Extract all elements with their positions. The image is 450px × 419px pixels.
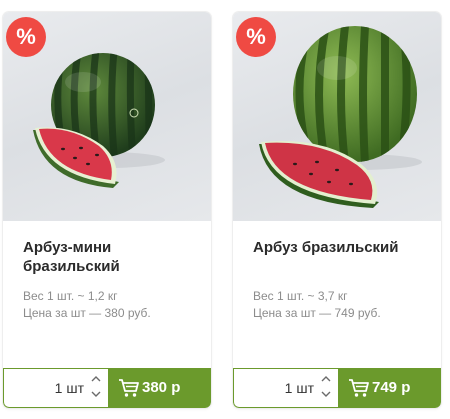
chevron-up-icon[interactable]	[88, 373, 104, 387]
product-weight: Вес 1 шт. ~ 3,7 кг	[253, 289, 348, 303]
buy-row: 1 шт 380 р	[3, 368, 211, 408]
chevron-down-icon[interactable]	[318, 389, 334, 403]
quantity-stepper[interactable]: 1 шт	[3, 368, 108, 408]
chevron-down-icon[interactable]	[88, 389, 104, 403]
product-title-line1: Арбуз бразильский	[253, 239, 399, 256]
product-unit-price: Цена за шт — 380 руб.	[23, 306, 151, 320]
quantity-value[interactable]: 1 шт	[4, 369, 84, 407]
sale-badge: %	[236, 17, 276, 57]
quantity-value[interactable]: 1 шт	[234, 369, 314, 407]
product-title[interactable]: Арбуз-мини бразильский	[23, 238, 193, 276]
product-card[interactable]: % Арбуз-мини бразильский Вес 1 шт. ~ 1,2…	[3, 12, 211, 408]
product-unit-price: Цена за шт — 749 руб.	[253, 306, 381, 320]
product-image[interactable]: %	[3, 12, 211, 221]
cart-icon	[119, 379, 139, 397]
add-to-cart-button[interactable]: 380 р	[108, 368, 211, 408]
buy-row: 1 шт 749 р	[233, 368, 441, 408]
product-title[interactable]: Арбуз бразильский	[253, 238, 423, 257]
product-title-line2: бразильский	[23, 258, 120, 275]
sale-badge: %	[6, 17, 46, 57]
product-image[interactable]: %	[233, 12, 441, 221]
cart-price: 380 р	[142, 379, 181, 396]
product-info: Вес 1 шт. ~ 3,7 кг Цена за шт — 749 руб.	[253, 288, 433, 322]
product-weight: Вес 1 шт. ~ 1,2 кг	[23, 289, 118, 303]
product-info: Вес 1 шт. ~ 1,2 кг Цена за шт — 380 руб.	[23, 288, 203, 322]
cart-icon	[349, 379, 369, 397]
cart-price: 749 р	[372, 379, 411, 396]
chevron-up-icon[interactable]	[318, 373, 334, 387]
product-card[interactable]: % Арбуз бразильский Вес 1 шт. ~ 3,7 кг Ц…	[233, 12, 441, 408]
product-title-line1: Арбуз-мини	[23, 239, 112, 256]
quantity-stepper[interactable]: 1 шт	[233, 368, 338, 408]
add-to-cart-button[interactable]: 749 р	[338, 368, 441, 408]
